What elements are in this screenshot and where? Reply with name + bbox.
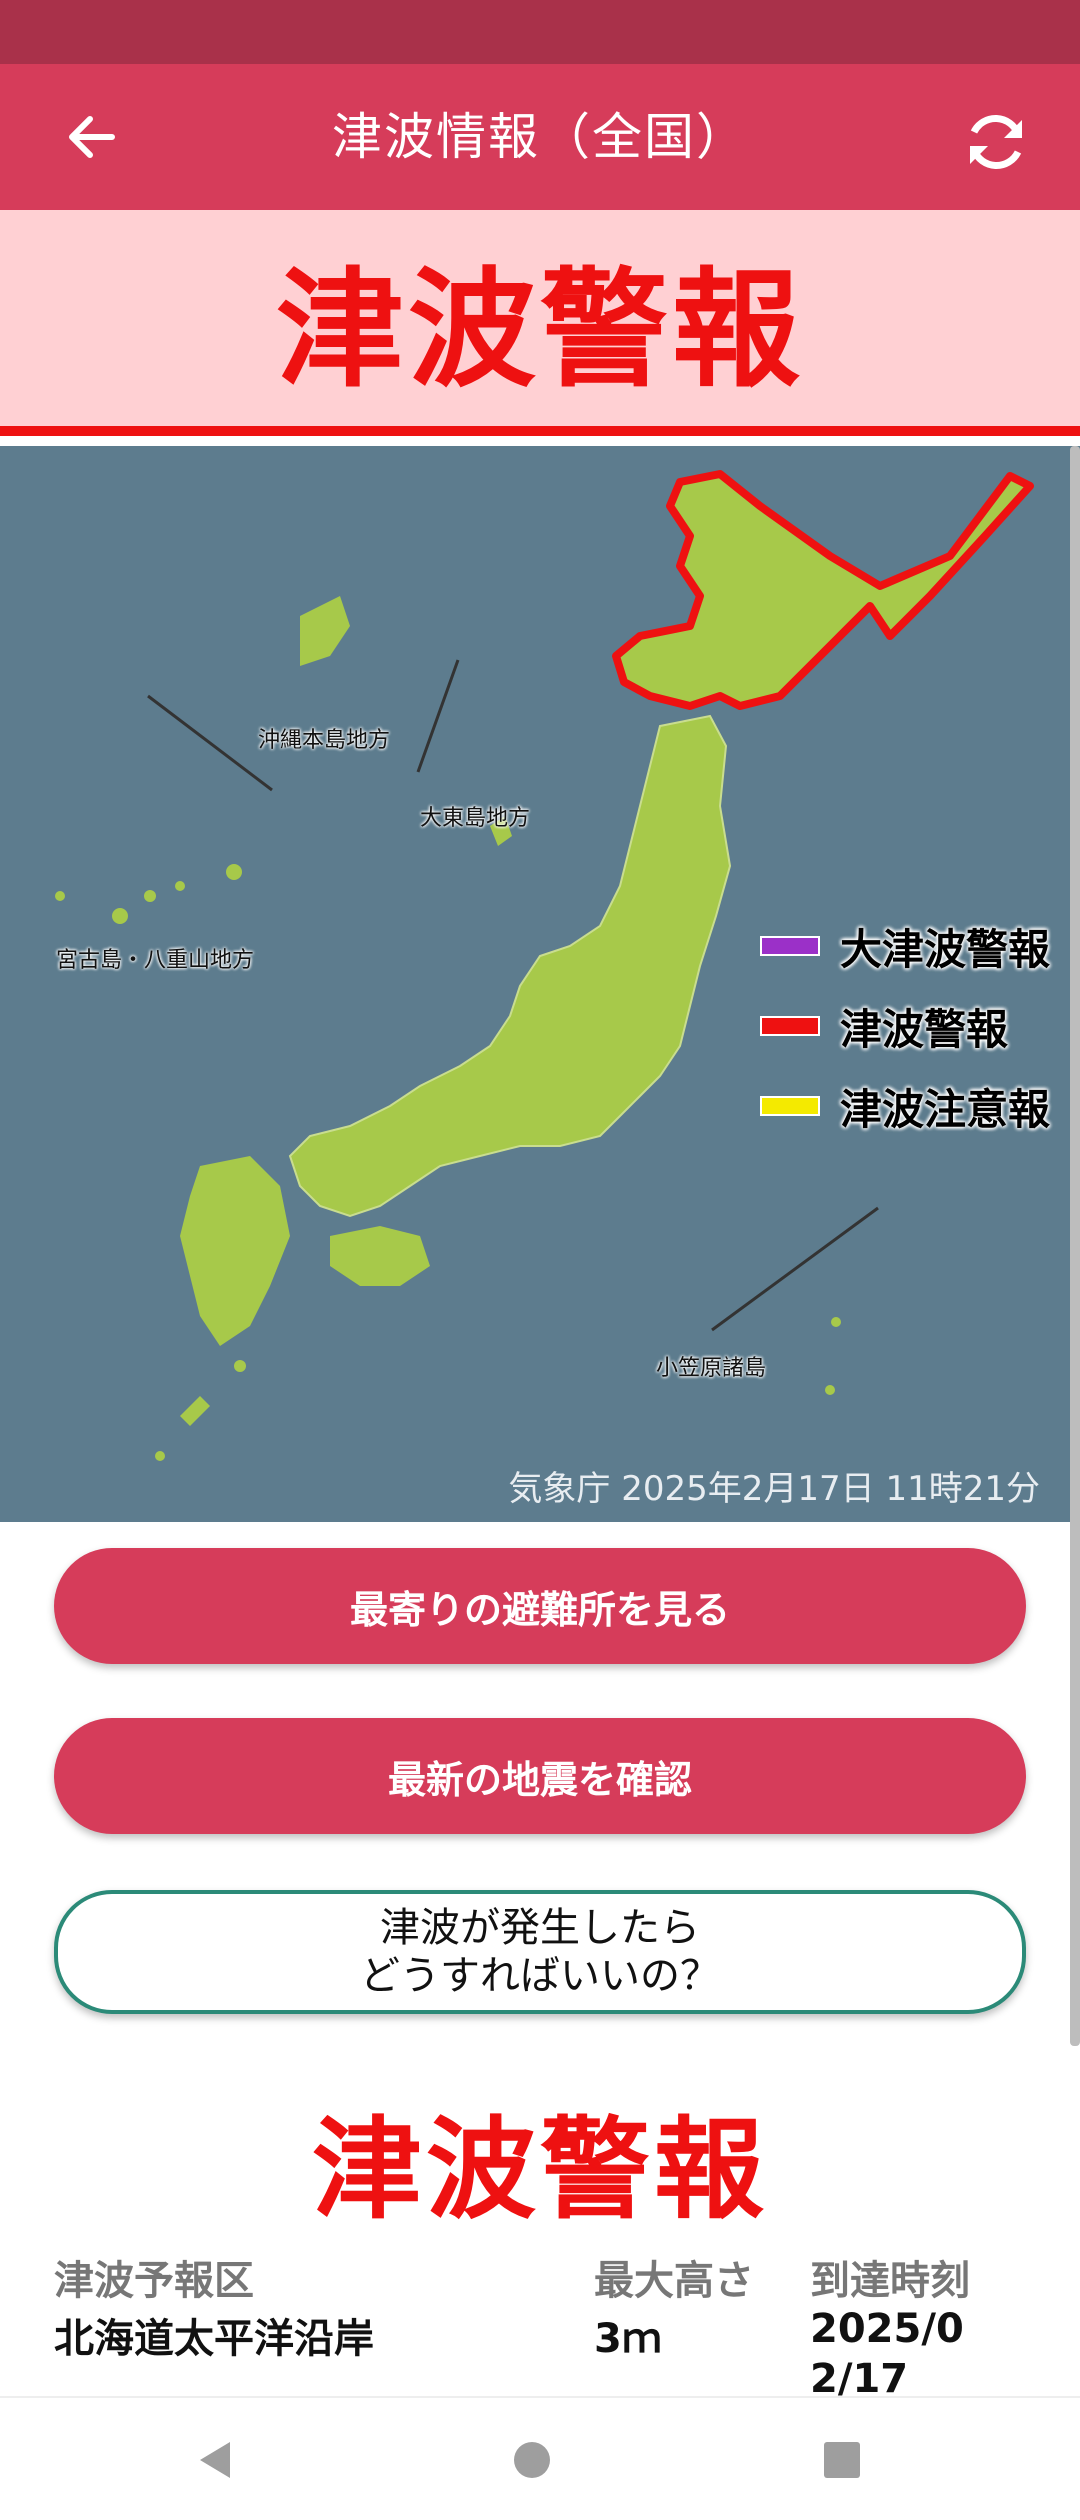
nearest-shelter-button[interactable]: 最寄りの避難所を見る (54, 1548, 1026, 1664)
howto-line-1: 津波が発生したら (380, 1905, 700, 1951)
nav-back-button[interactable] (184, 2428, 248, 2492)
label-miyako: 宮古島・八重山地方 (56, 948, 255, 973)
status-bar (0, 0, 1080, 64)
header-height: 最大高さ (594, 2258, 754, 2304)
detail-title: 津波警報 (312, 2106, 768, 2234)
header-area: 津波予報区 (54, 2258, 254, 2304)
header-arrival: 到達時刻 (810, 2258, 970, 2304)
nav-recents-button[interactable] (810, 2428, 874, 2492)
tsunami-map[interactable]: 沖縄本島地方 大東島地方 宮古島・八重山地方 小笠原諸島 大津波警報 津波警報 … (0, 446, 1080, 1522)
legend-label: 津波注意報 (840, 1084, 1051, 1134)
refresh-button[interactable] (956, 102, 1036, 182)
circle-home-icon (514, 2442, 550, 2478)
nav-home-button[interactable] (500, 2428, 564, 2492)
refresh-icon (970, 115, 1022, 169)
legend-item-advisory: 津波注意報 (760, 1066, 1050, 1146)
system-nav-bar (0, 2396, 1080, 2520)
legend-item-warning: 津波警報 (760, 986, 1050, 1066)
tsunami-howto-button[interactable]: 津波が発生したら どうすればいいの？ (54, 1890, 1026, 2014)
scrollbar[interactable] (1070, 446, 1080, 2046)
triangle-back-icon (200, 2442, 230, 2478)
legend-swatch-purple (760, 936, 820, 956)
label-okinawa: 沖縄本島地方 (258, 728, 391, 753)
page-title: 津波情報（全国） (332, 108, 748, 166)
map-legend: 大津波警報 津波警報 津波注意報 (760, 906, 1050, 1146)
legend-label: 津波警報 (840, 1004, 1009, 1054)
legend-swatch-yellow (760, 1096, 820, 1116)
label-ogasawara: 小笠原諸島 (656, 1356, 767, 1381)
legend-item-major: 大津波警報 (760, 906, 1050, 986)
latest-earthquake-button[interactable]: 最新の地震を確認 (54, 1718, 1026, 1834)
label-daito: 大東島地方 (420, 806, 531, 831)
cell-area: 北海道太平洋沿岸 (54, 2316, 374, 2362)
map-attribution: 気象庁 2025年2月17日 11時21分 (508, 1469, 1040, 1509)
cell-arrival: 2025/0 (810, 2306, 964, 2352)
legend-label: 大津波警報 (840, 924, 1051, 974)
app-bar: 津波情報（全国） (0, 64, 1080, 210)
cell-height: 3ｍ (594, 2316, 662, 2362)
alert-title: 津波警報 (275, 255, 804, 405)
howto-line-2: どうすればいいの？ (360, 1953, 720, 1999)
square-recents-icon (824, 2442, 860, 2478)
legend-swatch-red (760, 1016, 820, 1036)
alert-banner: 津波警報 (0, 210, 1080, 436)
